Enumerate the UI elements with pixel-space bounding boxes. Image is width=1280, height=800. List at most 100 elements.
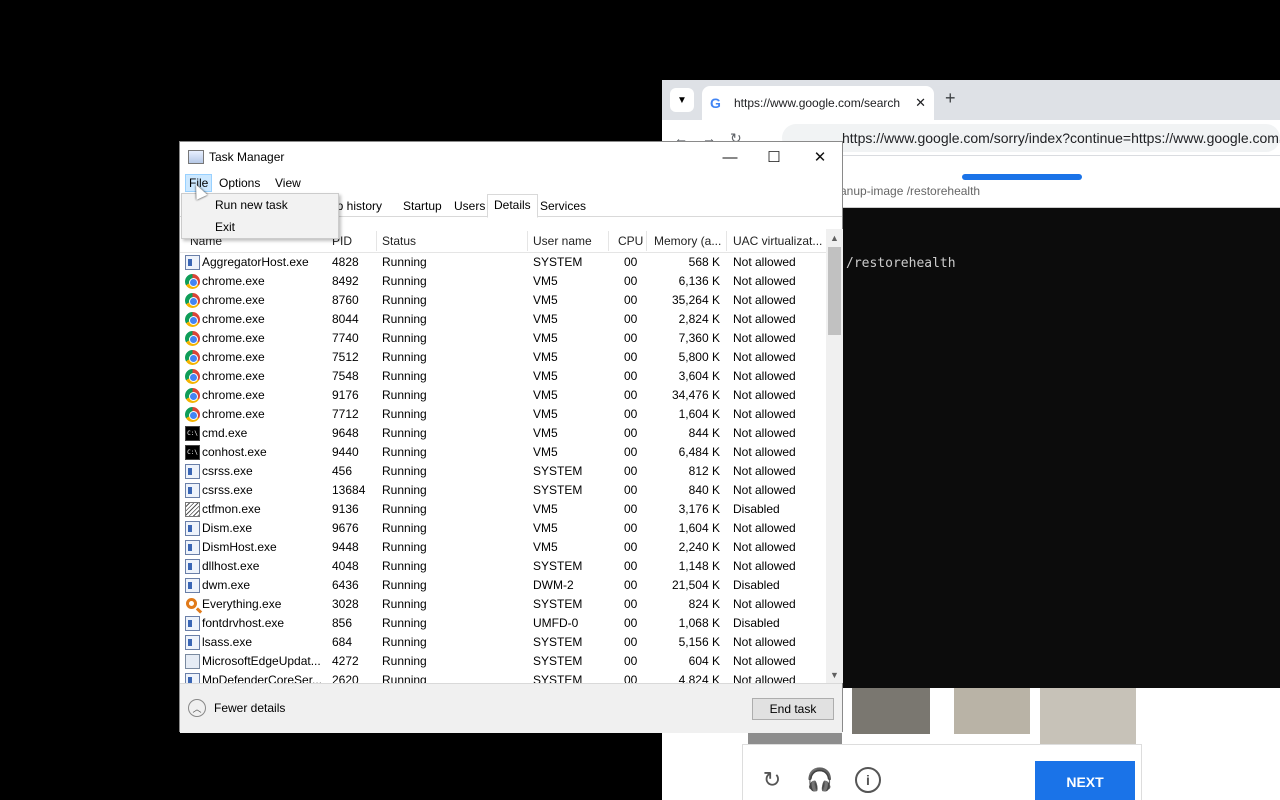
refresh-icon[interactable]: ↻ bbox=[759, 767, 785, 793]
menu-view[interactable]: View bbox=[271, 174, 305, 192]
table-row[interactable]: fontdrvhost.exe 856 Running UMFD-0 00 1,068 K… bbox=[180, 614, 826, 633]
table-row[interactable]: dwm.exe 6436 Running DWM-2 00 21,504 K Disable… bbox=[180, 576, 826, 595]
process-uac: Not allowed bbox=[733, 673, 796, 683]
table-row[interactable]: chrome.exe 7740 Running VM5 00 7,360 K Not all… bbox=[180, 329, 826, 348]
column-uac-virtualization[interactable]: UAC virtualizat... bbox=[733, 234, 822, 248]
process-user: VM5 bbox=[533, 426, 558, 440]
process-user: SYSTEM bbox=[533, 654, 583, 668]
process-name: DismHost.exe bbox=[202, 540, 277, 554]
column-user-name[interactable]: User name bbox=[533, 234, 592, 248]
process-cpu: 00 bbox=[624, 274, 638, 288]
table-row[interactable]: dllhost.exe 4048 Running SYSTEM 00 1,148 K Not… bbox=[180, 557, 826, 576]
chevron-up-icon[interactable]: ︿ bbox=[188, 699, 206, 717]
table-row[interactable]: ctfmon.exe 9136 Running VM5 00 3,176 K Disable… bbox=[180, 500, 826, 519]
close-icon[interactable]: ✕ bbox=[797, 142, 843, 172]
menu-item-exit[interactable]: Exit bbox=[215, 220, 235, 234]
table-row[interactable]: AggregatorHost.exe 4828 Running SYSTEM 00 568… bbox=[180, 253, 826, 272]
table-row[interactable]: chrome.exe 7712 Running VM5 00 1,604 K Not all… bbox=[180, 405, 826, 424]
process-pid: 7712 bbox=[332, 407, 359, 421]
column-divider[interactable] bbox=[726, 231, 727, 251]
application-icon bbox=[185, 673, 200, 683]
process-cpu: 00 bbox=[624, 369, 638, 383]
application-icon bbox=[185, 464, 200, 479]
vertical-scrollbar[interactable]: ▲ ▼ bbox=[826, 229, 843, 683]
table-row[interactable]: lsass.exe 684 Running SYSTEM 00 5,156 K Not al… bbox=[180, 633, 826, 652]
maximize-icon[interactable]: ☐ bbox=[751, 142, 797, 172]
column-memory[interactable]: Memory (a... bbox=[654, 234, 721, 248]
menu-bar: File Options View bbox=[180, 172, 842, 192]
minimize-icon[interactable]: — bbox=[707, 142, 753, 172]
process-user: SYSTEM bbox=[533, 255, 583, 269]
process-uac: Disabled bbox=[733, 616, 780, 630]
scroll-down-icon[interactable]: ▼ bbox=[826, 666, 843, 683]
process-status: Running bbox=[382, 616, 427, 630]
process-cpu: 00 bbox=[624, 293, 638, 307]
scroll-up-icon[interactable]: ▲ bbox=[826, 229, 843, 246]
column-divider[interactable] bbox=[646, 231, 647, 251]
process-memory: 35,264 K bbox=[671, 293, 720, 307]
table-row[interactable]: chrome.exe 8760 Running VM5 00 35,264 K Not al… bbox=[180, 291, 826, 310]
info-icon[interactable]: i bbox=[855, 767, 881, 793]
column-divider[interactable] bbox=[376, 231, 377, 251]
address-bar[interactable]: https://www.google.com/sorry/index?conti… bbox=[782, 124, 1280, 152]
table-row[interactable]: MpDefenderCoreSer... 2620 Running SYSTEM 00 4… bbox=[180, 671, 826, 683]
tab-services[interactable]: Services bbox=[540, 197, 586, 217]
table-row[interactable]: MicrosoftEdgeUpdat... 4272 Running SYSTEM 00… bbox=[180, 652, 826, 671]
table-row[interactable]: DismHost.exe 9448 Running VM5 00 2,240 K Not a… bbox=[180, 538, 826, 557]
process-memory: 812 K bbox=[688, 464, 720, 478]
process-pid: 7512 bbox=[332, 350, 359, 364]
process-uac: Not allowed bbox=[733, 312, 796, 326]
menu-item-run-new-task[interactable]: Run new task bbox=[215, 198, 288, 212]
process-uac: Not allowed bbox=[733, 445, 796, 459]
process-status: Running bbox=[382, 426, 427, 440]
table-row[interactable]: chrome.exe 9176 Running VM5 00 34,476 K Not al… bbox=[180, 386, 826, 405]
process-user: SYSTEM bbox=[533, 559, 583, 573]
tab-users[interactable]: Users bbox=[454, 197, 485, 217]
process-memory: 824 K bbox=[688, 597, 720, 611]
column-cpu[interactable]: CPU bbox=[618, 234, 643, 248]
fewer-details-link[interactable]: Fewer details bbox=[214, 701, 285, 715]
menu-options[interactable]: Options bbox=[215, 174, 264, 192]
table-row[interactable]: Everything.exe 3028 Running SYSTEM 00 824 K No… bbox=[180, 595, 826, 614]
process-status: Running bbox=[382, 407, 427, 421]
tab-details[interactable]: Details bbox=[487, 194, 538, 218]
tab-startup[interactable]: Startup bbox=[403, 197, 442, 217]
process-pid: 4048 bbox=[332, 559, 359, 573]
captcha-tile[interactable] bbox=[852, 688, 930, 734]
end-task-button[interactable]: End task bbox=[752, 698, 834, 720]
table-row[interactable]: chrome.exe 7548 Running VM5 00 3,604 K Not all… bbox=[180, 367, 826, 386]
browser-tabstrip: ▼ G https://www.google.com/search ✕ + bbox=[662, 80, 1280, 120]
table-row[interactable]: chrome.exe 8044 Running VM5 00 2,824 K Not all… bbox=[180, 310, 826, 329]
table-row[interactable]: chrome.exe 7512 Running VM5 00 5,800 K Not all… bbox=[180, 348, 826, 367]
column-divider[interactable] bbox=[608, 231, 609, 251]
process-name: cmd.exe bbox=[202, 426, 248, 440]
table-row[interactable]: csrss.exe 13684 Running SYSTEM 00 840 K Not al… bbox=[180, 481, 826, 500]
table-row[interactable]: csrss.exe 456 Running SYSTEM 00 812 K Not allo… bbox=[180, 462, 826, 481]
column-divider[interactable] bbox=[527, 231, 528, 251]
next-button[interactable]: NEXT bbox=[1035, 761, 1135, 800]
captcha-tile[interactable] bbox=[954, 688, 1030, 734]
captcha-tile[interactable] bbox=[1040, 688, 1136, 744]
tab-search-chevron-icon[interactable]: ▼ bbox=[670, 88, 694, 112]
process-status: Running bbox=[382, 312, 427, 326]
browser-tab[interactable]: G https://www.google.com/search ✕ bbox=[702, 86, 934, 120]
process-name: dllhost.exe bbox=[202, 559, 260, 573]
pen-icon bbox=[185, 502, 200, 517]
title-bar[interactable]: Task Manager — ☐ ✕ bbox=[180, 142, 842, 172]
process-name: dwm.exe bbox=[202, 578, 251, 592]
scrollbar-thumb[interactable] bbox=[828, 247, 841, 335]
process-uac: Not allowed bbox=[733, 521, 796, 535]
process-cpu: 00 bbox=[624, 255, 638, 269]
new-tab-icon[interactable]: + bbox=[945, 88, 956, 109]
headphones-icon[interactable]: 🎧 bbox=[806, 767, 833, 793]
blue-bar bbox=[962, 174, 1082, 180]
table-row[interactable]: C:\ conhost.exe 9440 Running VM5 00 6,484 K Not… bbox=[180, 443, 826, 462]
process-cpu: 00 bbox=[624, 388, 638, 402]
process-uac: Not allowed bbox=[733, 388, 796, 402]
table-row[interactable]: chrome.exe 8492 Running VM5 00 6,136 K Not all… bbox=[180, 272, 826, 291]
close-tab-icon[interactable]: ✕ bbox=[915, 95, 926, 111]
process-memory: 5,800 K bbox=[678, 350, 720, 364]
table-row[interactable]: C:\ cmd.exe 9648 Running VM5 00 844 K Not allow… bbox=[180, 424, 826, 443]
table-row[interactable]: Dism.exe 9676 Running VM5 00 1,604 K Not allow… bbox=[180, 519, 826, 538]
column-status[interactable]: Status bbox=[382, 234, 416, 248]
